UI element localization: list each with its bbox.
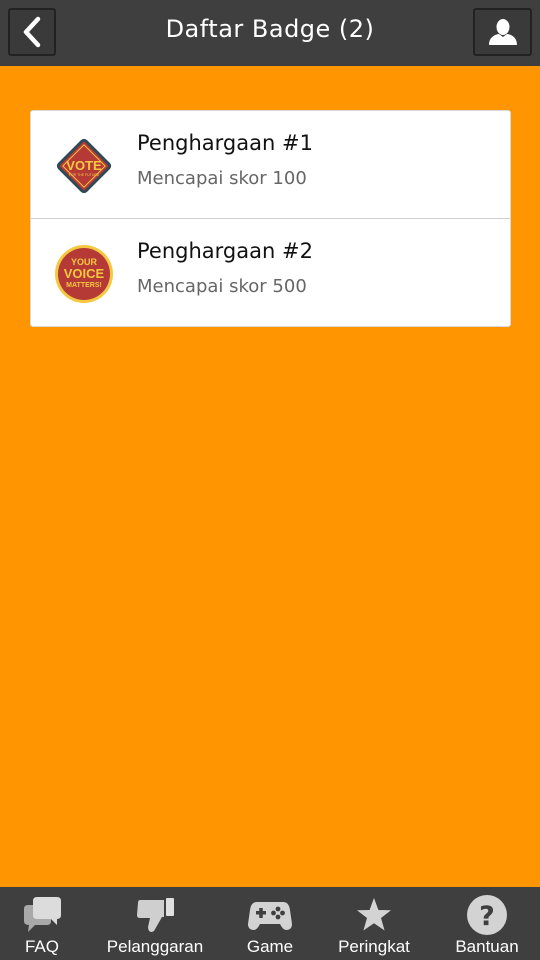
voice-badge-icon: YOUR VOICE MATTERS! <box>55 245 113 303</box>
voice-badge-text-3: MATTERS! <box>66 282 102 289</box>
star-icon <box>357 898 391 931</box>
svg-text:?: ? <box>479 901 495 932</box>
nav-item-pelanggaran[interactable]: Pelanggaran <box>84 887 226 960</box>
badge-list: VOTE FOR THE FUTURE Penghargaan #1 Menca… <box>30 110 511 327</box>
badge-description: Mencapai skor 100 <box>137 168 307 189</box>
chat-bubbles-icon <box>24 897 61 932</box>
back-button[interactable] <box>8 8 56 56</box>
vote-badge-subtext: FOR THE FUTURE <box>69 173 100 177</box>
nav-item-bantuan[interactable]: ? Bantuan <box>434 887 540 960</box>
chevron-left-icon <box>23 16 41 48</box>
nav-label-faq: FAQ <box>24 937 59 956</box>
bottom-navigation: FAQ Pelanggaran Game Peringkat ? Bantuan <box>0 887 540 960</box>
badge-name: Penghargaan #2 <box>137 239 313 263</box>
voice-badge-text-2: VOICE <box>64 266 105 281</box>
vote-badge-text: VOTE <box>66 158 102 173</box>
nav-label-bantuan: Bantuan <box>455 937 519 956</box>
profile-button[interactable] <box>473 8 532 56</box>
thumbs-down-icon <box>137 898 174 932</box>
page-title: Daftar Badge (2) <box>165 15 375 43</box>
help-icon: ? <box>467 895 507 935</box>
nav-label-pelanggaran: Pelanggaran <box>106 937 204 956</box>
badge-description: Mencapai skor 500 <box>137 276 307 297</box>
vote-badge-icon: VOTE FOR THE FUTURE <box>56 138 112 194</box>
gamepad-icon <box>248 902 292 930</box>
nav-item-game[interactable]: Game <box>226 887 314 960</box>
nav-label-peringkat: Peringkat <box>338 937 410 956</box>
nav-item-peringkat[interactable]: Peringkat <box>314 887 434 960</box>
user-icon <box>488 19 517 45</box>
badge-item[interactable]: VOTE FOR THE FUTURE Penghargaan #1 Menca… <box>31 111 510 218</box>
nav-label-game: Game <box>246 937 294 956</box>
badge-name: Penghargaan #1 <box>137 131 313 155</box>
badge-item[interactable]: YOUR VOICE MATTERS! Penghargaan #2 Menca… <box>31 218 510 326</box>
nav-item-faq[interactable]: FAQ <box>0 887 84 960</box>
top-app-bar: Daftar Badge (2) <box>0 0 540 66</box>
